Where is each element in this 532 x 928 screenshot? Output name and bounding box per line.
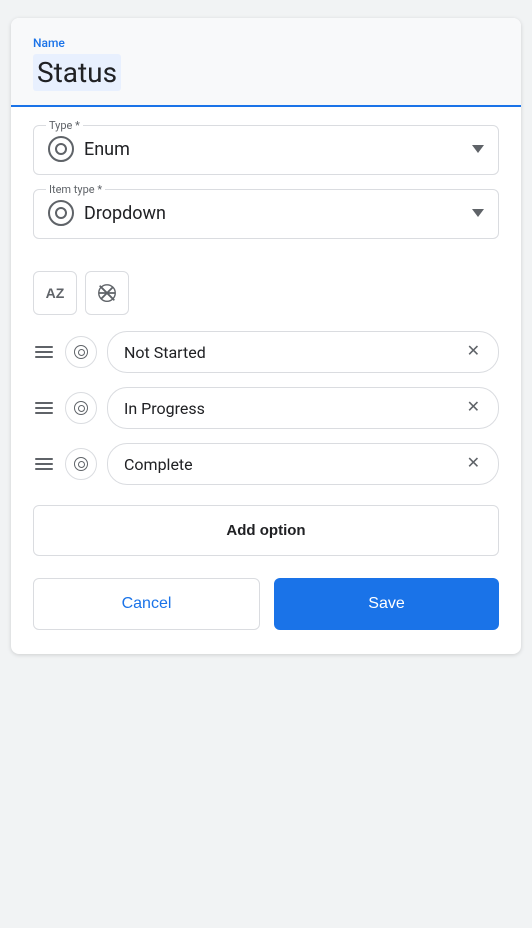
cancel-button[interactable]: Cancel	[33, 578, 260, 630]
option-row-3: Complete ✕	[33, 443, 499, 485]
drag-handle-3[interactable]	[33, 454, 55, 474]
footer-row: Cancel Save	[11, 578, 521, 654]
option-pill-1: Not Started ✕	[107, 331, 499, 373]
type-label: Type *	[46, 119, 83, 132]
type-value: Enum	[84, 139, 462, 160]
no-color-icon	[96, 282, 118, 304]
drag-handle-1[interactable]	[33, 342, 55, 362]
option-remove-button-3[interactable]: ✕	[465, 454, 482, 474]
add-option-button[interactable]: Add option	[33, 505, 499, 556]
option-circle-icon-1	[74, 345, 88, 359]
sort-az-button[interactable]: AZ	[33, 271, 77, 315]
item-type-value: Dropdown	[84, 203, 462, 224]
option-text-3: Complete	[124, 455, 193, 474]
toolbar-row: AZ	[11, 271, 521, 315]
close-icon-1: ✕	[467, 344, 480, 360]
option-color-button-3[interactable]	[65, 448, 97, 480]
chevron-down-icon-2	[472, 209, 484, 217]
type-form-section: Type * Enum Item type * Dropdown	[11, 107, 521, 271]
option-remove-button-1[interactable]: ✕	[465, 342, 482, 362]
item-type-label: Item type *	[46, 183, 105, 196]
type-select-group[interactable]: Type * Enum	[33, 125, 499, 175]
save-button[interactable]: Save	[274, 578, 499, 630]
options-list: Not Started ✕ In Progress ✕	[11, 331, 521, 485]
option-circle-icon-3	[74, 457, 88, 471]
item-type-select-row: Dropdown	[48, 200, 484, 226]
circle-dot-icon	[48, 136, 74, 162]
option-remove-button-2[interactable]: ✕	[465, 398, 482, 418]
close-icon-2: ✕	[467, 400, 480, 416]
option-pill-3: Complete ✕	[107, 443, 499, 485]
option-color-button-2[interactable]	[65, 392, 97, 424]
option-pill-2: In Progress ✕	[107, 387, 499, 429]
option-row-1: Not Started ✕	[33, 331, 499, 373]
property-editor-card: Name Status Type * Enum Item type * Drop…	[11, 18, 521, 654]
name-field-label: Name	[33, 36, 499, 50]
item-type-select-group[interactable]: Item type * Dropdown	[33, 189, 499, 239]
name-field-value[interactable]: Status	[33, 54, 121, 91]
option-circle-icon-2	[74, 401, 88, 415]
no-color-button[interactable]	[85, 271, 129, 315]
option-row-2: In Progress ✕	[33, 387, 499, 429]
close-icon-3: ✕	[467, 456, 480, 472]
type-select-row: Enum	[48, 136, 484, 162]
sort-az-icon: AZ	[46, 285, 65, 301]
option-text-2: In Progress	[124, 399, 205, 418]
option-color-button-1[interactable]	[65, 336, 97, 368]
name-section: Name Status	[11, 18, 521, 107]
option-text-1: Not Started	[124, 343, 206, 362]
drag-handle-2[interactable]	[33, 398, 55, 418]
chevron-down-icon	[472, 145, 484, 153]
circle-dot-icon-2	[48, 200, 74, 226]
